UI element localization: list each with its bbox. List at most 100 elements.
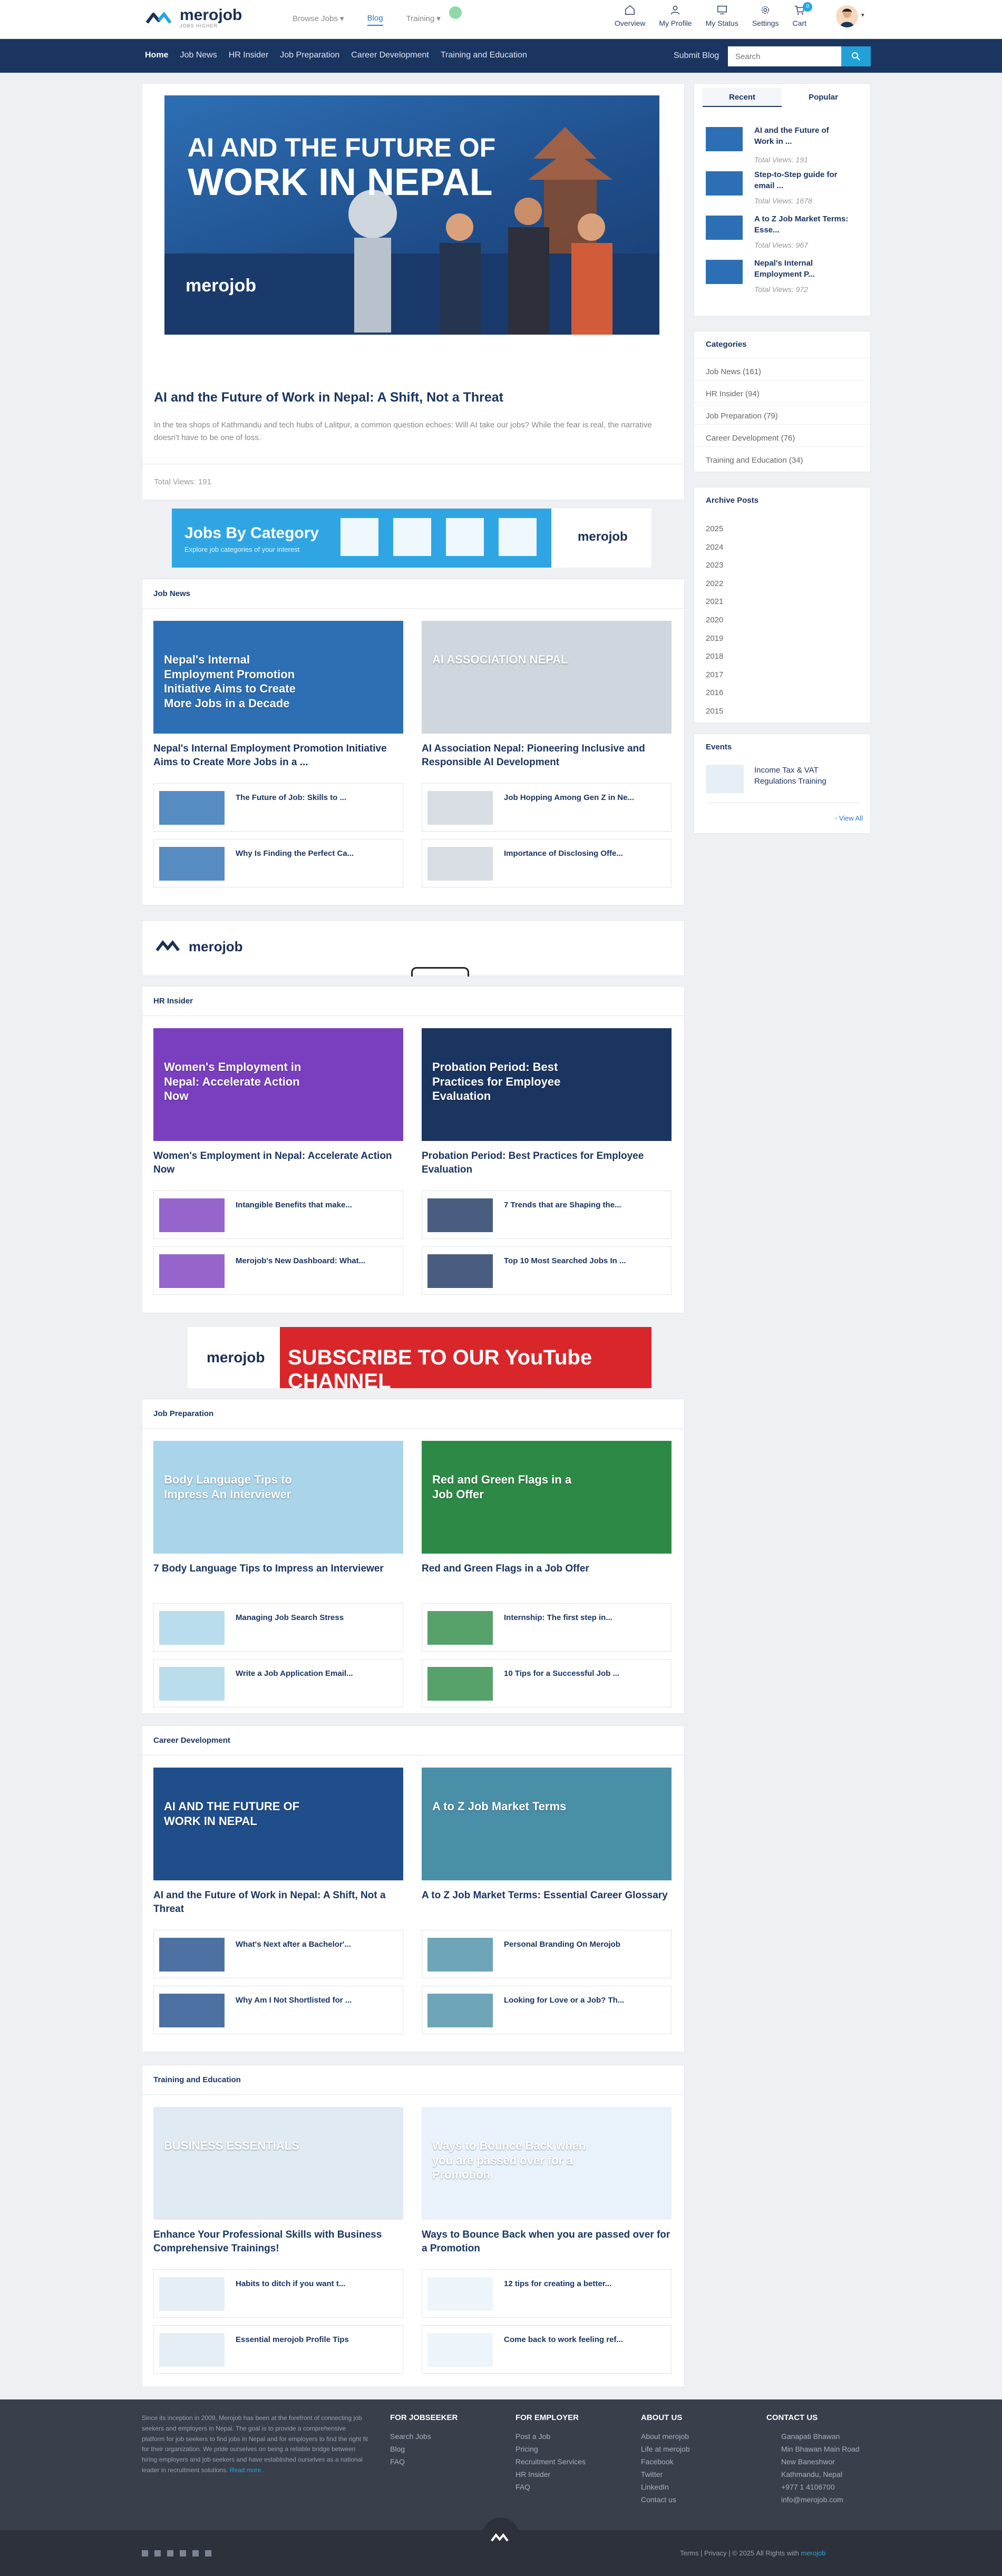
- featured-image[interactable]: Probation Period: Best Practices for Emp…: [422, 1028, 672, 1141]
- search-button[interactable]: [841, 46, 871, 66]
- mini-post[interactable]: Essential merojob Profile Tips: [153, 2325, 403, 2374]
- archive-year-link[interactable]: 2015: [706, 707, 723, 716]
- mini-post[interactable]: Intangible Benefits that make...: [153, 1191, 403, 1239]
- featured-post-title[interactable]: Probation Period: Best Practices for Emp…: [422, 1149, 672, 1176]
- mini-post[interactable]: Habits to ditch if you want t...: [153, 2269, 403, 2318]
- browse-jobs-menu[interactable]: Browse Jobs ▾: [293, 14, 344, 26]
- mini-post[interactable]: Job Hopping Among Gen Z in Ne...: [422, 783, 672, 832]
- linkedin-icon[interactable]: [180, 2550, 186, 2557]
- featured-post-title[interactable]: AI and the Future of Work in Nepal: A Sh…: [153, 1889, 403, 1916]
- footer-link[interactable]: Blog: [390, 2445, 405, 2453]
- mini-post[interactable]: Managing Job Search Stress: [153, 1603, 403, 1652]
- featured-post-title[interactable]: AI Association Nepal: Pioneering Inclusi…: [422, 742, 672, 769]
- apple-icon[interactable]: [205, 2550, 211, 2557]
- mini-post[interactable]: Come back to work feeling ref...: [422, 2325, 672, 2374]
- mini-post[interactable]: Top 10 Most Searched Jobs In ...: [422, 1246, 672, 1295]
- twitter-icon[interactable]: [154, 2550, 161, 2557]
- mini-post[interactable]: Write a Job Application Email...: [153, 1659, 403, 1707]
- footer-link[interactable]: Facebook: [641, 2457, 673, 2466]
- featured-image[interactable]: BUSINESS ESSENTIALS: [153, 2107, 403, 2220]
- featured-post-title[interactable]: 7 Body Language Tips to Impress an Inter…: [153, 1562, 403, 1576]
- footer-link[interactable]: Pricing: [515, 2445, 538, 2453]
- nav-job-preparation[interactable]: Job Preparation: [280, 51, 339, 60]
- archive-year-link[interactable]: 2022: [706, 579, 723, 588]
- jobs-by-category-banner[interactable]: Jobs By Category Explore job categories …: [172, 509, 651, 568]
- archive-year-link[interactable]: 2018: [706, 652, 723, 661]
- footer-link[interactable]: LinkedIn: [641, 2483, 669, 2491]
- archive-year-link[interactable]: 2025: [706, 524, 723, 533]
- footer-link[interactable]: Life at merojob: [641, 2445, 690, 2453]
- overview-button[interactable]: Overview: [615, 4, 645, 27]
- featured-image[interactable]: Nepal's Internal Employment Promotion In…: [153, 621, 403, 734]
- mini-post[interactable]: Merojob's New Dashboard: What...: [153, 1246, 403, 1295]
- cart-button[interactable]: 0 Cart: [792, 2, 813, 27]
- settings-button[interactable]: Settings: [752, 4, 779, 27]
- footer-link[interactable]: Twitter: [641, 2470, 663, 2479]
- avatar-dropdown-icon[interactable]: ▾: [861, 12, 864, 18]
- mini-post[interactable]: Importance of Disclosing Offe...: [422, 839, 672, 887]
- hero-image[interactable]: AI AND THE FUTURE OF WORK IN NEPAL meroj…: [164, 95, 659, 335]
- archive-year-link[interactable]: 2019: [706, 634, 723, 643]
- submit-blog-link[interactable]: Submit Blog: [674, 51, 719, 61]
- tab-recent[interactable]: Recent: [703, 88, 782, 107]
- mini-post[interactable]: Looking for Love or a Job? Th...: [422, 1986, 672, 2034]
- nav-career-development[interactable]: Career Development: [351, 51, 429, 60]
- mini-post[interactable]: 7 Trends that are Shaping the...: [422, 1191, 672, 1239]
- featured-image[interactable]: Women's Employment in Nepal: Accelerate …: [153, 1028, 403, 1141]
- archive-year-link[interactable]: 2020: [706, 616, 723, 625]
- footer-link[interactable]: FAQ: [390, 2457, 405, 2466]
- archive-year-link[interactable]: 2023: [706, 561, 723, 570]
- mini-post[interactable]: Personal Branding On Merojob: [422, 1930, 672, 1978]
- category-link[interactable]: Job Preparation (79): [706, 412, 778, 421]
- mini-post[interactable]: The Future of Job: Skills to ...: [153, 783, 403, 832]
- mini-post[interactable]: Why Am I Not Shortlisted for ...: [153, 1986, 403, 2034]
- mini-post[interactable]: 10 Tips for a Successful Job ...: [422, 1659, 672, 1707]
- mini-post[interactable]: Why Is Finding the Perfect Ca...: [153, 839, 403, 887]
- view-all-events-link[interactable]: ◦ View All: [834, 814, 863, 822]
- blog-link[interactable]: Blog: [367, 14, 383, 26]
- youtube-subscribe-banner[interactable]: merojob SUBSCRIBE TO OUR YouTube CHANNEL: [188, 1327, 651, 1393]
- footer-link[interactable]: Post a Job: [515, 2432, 550, 2441]
- featured-image[interactable]: Body Language Tips to Impress An Intervi…: [153, 1441, 403, 1554]
- featured-post-title[interactable]: Ways to Bounce Back when you are passed …: [422, 2228, 672, 2255]
- footer-link[interactable]: About merojob: [641, 2432, 689, 2441]
- my-profile-button[interactable]: My Profile: [659, 4, 692, 27]
- mini-post[interactable]: Internship: The first step in...: [422, 1603, 672, 1652]
- category-link[interactable]: Training and Education (34): [706, 456, 803, 465]
- featured-post-title[interactable]: Enhance Your Professional Skills with Bu…: [153, 2228, 403, 2255]
- search-input[interactable]: [728, 46, 841, 66]
- featured-image[interactable]: AI AND THE FUTURE OF WORK IN NEPAL: [153, 1768, 403, 1880]
- mini-post[interactable]: What's Next after a Bachelor'...: [153, 1930, 403, 1978]
- featured-image[interactable]: Red and Green Flags in a Job Offer: [422, 1441, 672, 1554]
- footer-link[interactable]: HR Insider: [515, 2470, 550, 2479]
- footer-link[interactable]: Search Jobs: [390, 2432, 431, 2441]
- featured-image[interactable]: Ways to Bounce Back when you are passed …: [422, 2107, 672, 2220]
- category-link[interactable]: HR Insider (94): [706, 389, 760, 398]
- tab-popular[interactable]: Popular: [784, 88, 863, 107]
- training-menu[interactable]: Training ▾: [406, 14, 441, 26]
- mini-post[interactable]: 12 tips for creating a better...: [422, 2269, 672, 2318]
- legal-links[interactable]: Terms | Privacy | © 2025 All Rights with…: [680, 2549, 825, 2557]
- nav-hr-insider[interactable]: HR Insider: [229, 51, 269, 60]
- merojob-ad-card[interactable]: merojob: [142, 920, 685, 977]
- android-icon[interactable]: [192, 2550, 199, 2557]
- footer-link[interactable]: Recruitment Services: [515, 2457, 586, 2466]
- category-link[interactable]: Career Development (76): [706, 434, 795, 443]
- archive-year-link[interactable]: 2024: [706, 543, 723, 552]
- footer-link[interactable]: FAQ: [515, 2483, 530, 2491]
- facebook-icon[interactable]: [142, 2550, 148, 2557]
- featured-post-title[interactable]: Red and Green Flags in a Job Offer: [422, 1562, 672, 1576]
- featured-image[interactable]: AI ASSOCIATION NEPAL: [422, 621, 672, 734]
- category-link[interactable]: Job News (161): [706, 367, 761, 376]
- merojob-logo[interactable]: merojob JOBS HIGHER: [145, 7, 242, 28]
- featured-image[interactable]: A to Z Job Market Terms: [422, 1768, 672, 1880]
- featured-post-title[interactable]: Nepal's Internal Employment Promotion In…: [153, 742, 403, 769]
- featured-post-title[interactable]: Women's Employment in Nepal: Accelerate …: [153, 1149, 403, 1176]
- event-link[interactable]: Income Tax & VAT Regulations Training: [754, 765, 860, 787]
- archive-year-link[interactable]: 2017: [706, 670, 723, 679]
- archive-year-link[interactable]: 2016: [706, 688, 723, 697]
- footer-link[interactable]: Contact us: [641, 2495, 676, 2504]
- hero-title[interactable]: AI and the Future of Work in Nepal: A Sh…: [154, 390, 503, 405]
- avatar[interactable]: [836, 5, 858, 27]
- featured-post-title[interactable]: A to Z Job Market Terms: Essential Caree…: [422, 1889, 672, 1902]
